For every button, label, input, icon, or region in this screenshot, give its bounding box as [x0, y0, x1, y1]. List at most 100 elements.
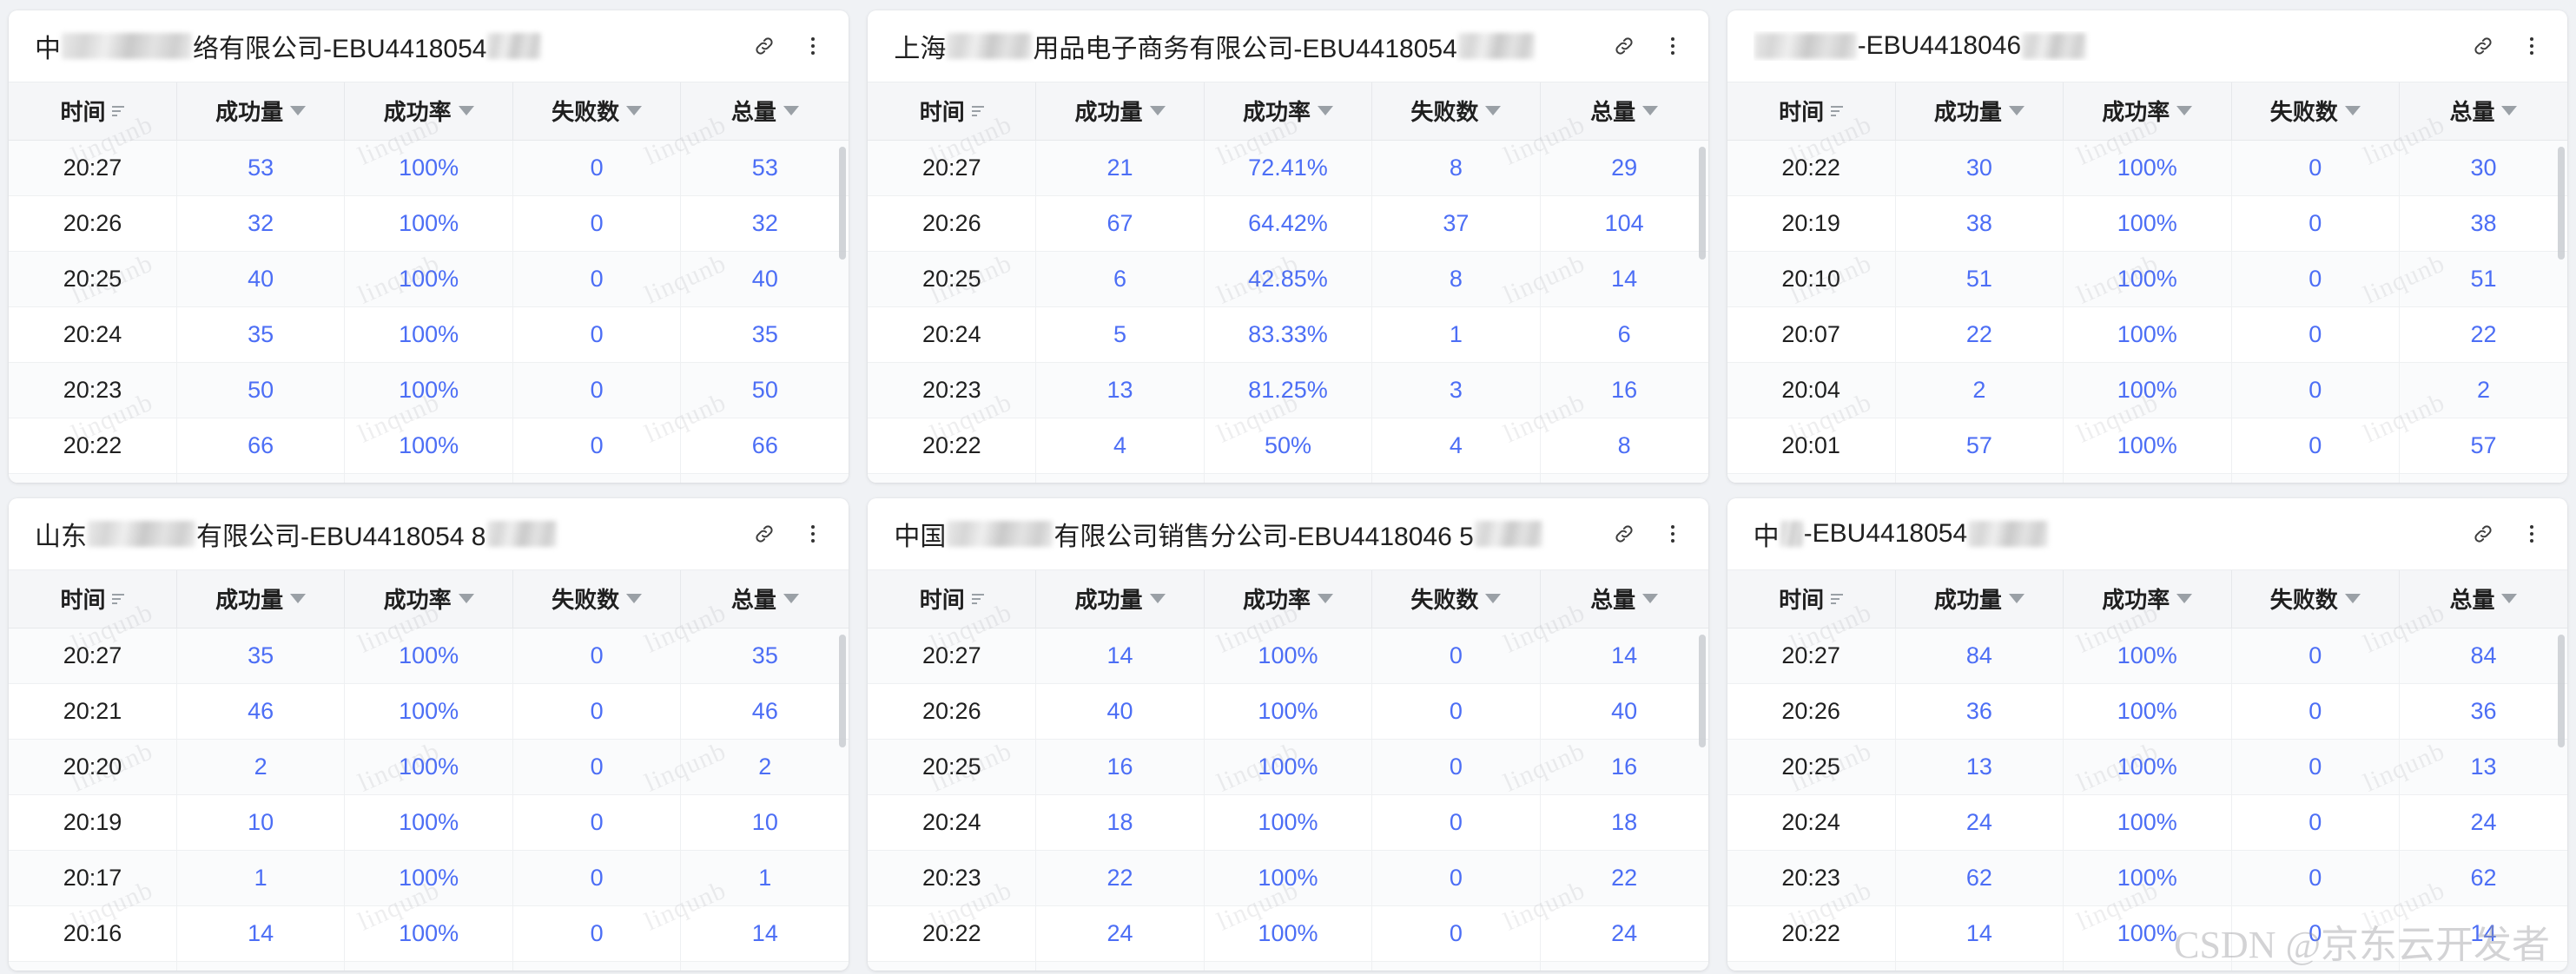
table-row[interactable]: 20:23 22 100% 0 22 [868, 850, 1708, 906]
chevron-down-icon[interactable] [783, 594, 799, 604]
table-row[interactable]: 20:25 16 100% 0 16 [868, 739, 1708, 795]
chevron-down-icon[interactable] [783, 106, 799, 116]
column-header-success[interactable]: 成功量 [176, 82, 346, 141]
table-row[interactable]: 20:27 14 100% 0 14 [868, 628, 1708, 684]
column-header-fail[interactable]: 失败数 [512, 570, 682, 628]
chevron-down-icon[interactable] [2344, 106, 2361, 116]
chevron-down-icon[interactable] [626, 106, 643, 116]
chevron-down-icon[interactable] [290, 594, 307, 604]
column-header-fail[interactable]: 失败数 [2231, 570, 2400, 628]
table-row[interactable]: 20:215343.08%70123 [868, 473, 1708, 483]
sort-icon[interactable] [971, 593, 984, 604]
more-vertical-icon[interactable] [798, 519, 828, 549]
chevron-down-icon[interactable] [2501, 106, 2518, 116]
link-icon[interactable] [1609, 519, 1639, 549]
more-vertical-icon[interactable] [2517, 31, 2546, 61]
chevron-down-icon[interactable] [2344, 594, 2361, 604]
table-row[interactable]: 20:22 66 100% 0 66 [9, 418, 849, 474]
link-icon[interactable] [1609, 31, 1639, 61]
table-row[interactable]: 20:23 62 100% 0 62 [1727, 850, 2567, 906]
table-row[interactable]: 19:5813100%013 [1727, 473, 2567, 483]
table-row[interactable]: 20:25 40 100% 0 40 [9, 251, 849, 307]
column-header-time[interactable]: 时间 [1727, 570, 1896, 628]
column-header-rate[interactable]: 成功率 [344, 570, 513, 628]
table-row[interactable]: 20:27 35 100% 0 35 [9, 628, 849, 684]
table-row[interactable]: 20:07 22 100% 0 22 [1727, 306, 2567, 363]
column-header-time[interactable]: 时间 [9, 570, 177, 628]
chevron-down-icon[interactable] [1149, 106, 1166, 116]
column-header-time[interactable]: 时间 [868, 570, 1037, 628]
column-header-total[interactable]: 总量 [1540, 570, 1708, 628]
more-vertical-icon[interactable] [1658, 31, 1688, 61]
table-row[interactable]: 20:20 2 100% 0 2 [9, 739, 849, 795]
column-header-total[interactable]: 总量 [2399, 82, 2567, 141]
vertical-scrollbar[interactable] [1698, 635, 1706, 747]
chevron-down-icon[interactable] [1485, 106, 1502, 116]
table-row[interactable]: 20:27 84 100% 0 84 [1727, 628, 2567, 684]
table-row[interactable]: 20:17 1 100% 0 1 [9, 850, 849, 906]
table-row[interactable]: 20:22 4 50% 4 8 [868, 418, 1708, 474]
table-row[interactable]: 20:23 50 100% 0 50 [9, 362, 849, 418]
vertical-scrollbar[interactable] [2557, 147, 2565, 260]
chevron-down-icon[interactable] [2176, 594, 2193, 604]
chevron-down-icon[interactable] [1317, 106, 1333, 116]
column-header-success[interactable]: 成功量 [1895, 570, 2064, 628]
table-row[interactable]: 20:24 24 100% 0 24 [1727, 794, 2567, 851]
column-header-success[interactable]: 成功量 [176, 570, 346, 628]
column-header-fail[interactable]: 失败数 [2231, 82, 2400, 141]
chevron-down-icon[interactable] [1485, 594, 1502, 604]
more-vertical-icon[interactable] [2517, 519, 2546, 549]
chevron-down-icon[interactable] [2501, 594, 2518, 604]
chevron-down-icon[interactable] [458, 106, 474, 116]
column-header-rate[interactable]: 成功率 [344, 82, 513, 141]
table-row[interactable]: 20:2165100%065 [868, 961, 1708, 971]
table-row[interactable]: 20:24 5 83.33% 1 6 [868, 306, 1708, 363]
column-header-success[interactable]: 成功量 [1035, 82, 1205, 141]
column-header-time[interactable]: 时间 [1727, 82, 1896, 141]
column-header-time[interactable]: 时间 [9, 82, 177, 141]
table-row[interactable]: 20:26 40 100% 0 40 [868, 683, 1708, 740]
table-scroll-area[interactable]: linqunb linqunb linqunb linqunb linqunb linqu… [9, 569, 849, 971]
column-header-time[interactable]: 时间 [868, 82, 1037, 141]
table-scroll-area[interactable]: linqunb linqunb linqunb linqunb linqunb linqu… [868, 569, 1708, 971]
table-row[interactable]: 20:04 2 100% 0 2 [1727, 362, 2567, 418]
link-icon[interactable] [750, 519, 779, 549]
sort-icon[interactable] [1831, 593, 1844, 604]
chevron-down-icon[interactable] [2008, 106, 2024, 116]
column-header-success[interactable]: 成功量 [1035, 570, 1205, 628]
chevron-down-icon[interactable] [1642, 594, 1659, 604]
column-header-total[interactable]: 总量 [2399, 570, 2567, 628]
table-row[interactable]: 20:22 30 100% 0 30 [1727, 140, 2567, 196]
table-row[interactable]: 20:26 36 100% 0 36 [1727, 683, 2567, 740]
table-row[interactable]: 20:16 14 100% 0 14 [9, 905, 849, 962]
table-row[interactable]: 20:25 6 42.85% 8 14 [868, 251, 1708, 307]
column-header-rate[interactable]: 成功率 [1204, 82, 1373, 141]
column-header-fail[interactable]: 失败数 [1371, 570, 1541, 628]
chevron-down-icon[interactable] [2176, 106, 2193, 116]
table-row[interactable]: 20:21 46 100% 0 46 [9, 683, 849, 740]
table-row[interactable]: 20:26 67 64.42% 37 104 [868, 195, 1708, 252]
table-row[interactable]: 20:26 32 100% 0 32 [9, 195, 849, 252]
table-row[interactable]: 20:2131100%031 [1727, 961, 2567, 971]
sort-icon[interactable] [971, 105, 984, 116]
table-row[interactable]: 20:22 24 100% 0 24 [868, 905, 1708, 962]
sort-icon[interactable] [112, 593, 125, 604]
table-row[interactable]: 20:10 51 100% 0 51 [1727, 251, 2567, 307]
column-header-total[interactable]: 总量 [1540, 82, 1708, 141]
column-header-rate[interactable]: 成功率 [2063, 570, 2232, 628]
column-header-total[interactable]: 总量 [680, 570, 849, 628]
chevron-down-icon[interactable] [2008, 594, 2024, 604]
column-header-rate[interactable]: 成功率 [1204, 570, 1373, 628]
table-row[interactable]: 20:27 21 72.41% 8 29 [868, 140, 1708, 196]
table-row[interactable]: 20:22 14 100% 0 14 [1727, 905, 2567, 962]
table-row[interactable]: 20:27 53 100% 0 53 [9, 140, 849, 196]
table-row[interactable]: 20:2155100%055 [9, 473, 849, 483]
column-header-total[interactable]: 总量 [680, 82, 849, 141]
table-row[interactable]: 20:147100%07 [9, 961, 849, 971]
chevron-down-icon[interactable] [290, 106, 307, 116]
table-scroll-area[interactable]: linqunb linqunb linqunb linqunb linqunb linqu… [868, 82, 1708, 483]
table-row[interactable]: 20:19 38 100% 0 38 [1727, 195, 2567, 252]
column-header-rate[interactable]: 成功率 [2063, 82, 2232, 141]
vertical-scrollbar[interactable] [2557, 635, 2565, 747]
column-header-success[interactable]: 成功量 [1895, 82, 2064, 141]
